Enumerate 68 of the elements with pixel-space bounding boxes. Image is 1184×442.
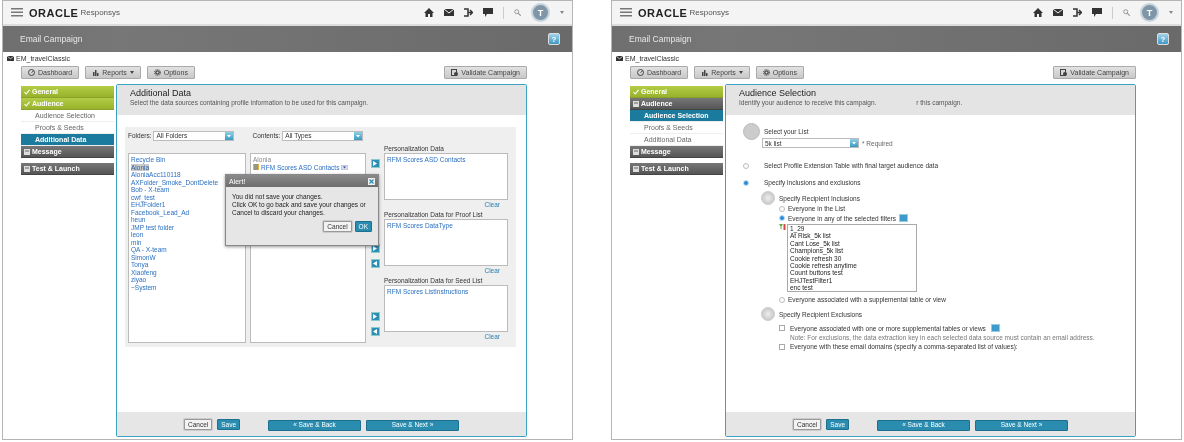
page-title: Email Campaign [629,34,692,44]
bar-chart-icon [701,69,709,76]
envelope-icon [616,56,623,61]
home-icon[interactable] [1033,8,1043,17]
logo: ORACLE [29,6,79,19]
left-arrow-icon [373,261,377,266]
group-icon [761,191,775,205]
menu-icon[interactable] [11,8,23,17]
page-title: Email Campaign [20,34,83,44]
product-name: Responsys [689,8,730,17]
chat-icon[interactable] [1092,8,1102,17]
section-icon [633,165,639,172]
caret-icon [738,71,743,74]
caret-icon[interactable] [1169,11,1173,14]
section-icon [633,148,639,155]
step-icon [743,123,760,140]
panel-title: Audience Selection [739,88,818,98]
move-right-button[interactable] [370,312,380,321]
checkbox[interactable] [779,343,785,350]
checklist-icon [451,69,459,76]
move-right-button[interactable] [370,159,380,168]
envelope-icon [7,56,14,61]
dropdown-icon [850,139,858,147]
panel-title: Additional Data [130,88,193,98]
radio-button[interactable] [779,215,785,221]
search-icon[interactable] [1123,9,1130,16]
right-arrow-icon [373,161,377,166]
radio-button[interactable] [779,205,785,212]
gauge-icon [637,69,644,76]
right-arrow-icon [373,246,377,251]
checklist-icon [1060,69,1068,76]
info-icon[interactable] [899,214,909,222]
radio-button[interactable] [743,162,749,169]
gear-icon [762,69,770,76]
menu-icon[interactable] [620,8,632,17]
logo: ORACLE [638,6,688,19]
move-left-button[interactable] [370,327,380,336]
chat-icon[interactable] [483,8,493,17]
product-name: Responsys [80,8,121,17]
group-icon [761,307,775,321]
left-arrow-icon [373,329,377,334]
radio-button[interactable] [743,179,749,186]
radio-button[interactable] [779,296,785,303]
right-arrow-icon [373,314,377,319]
section-icon [24,165,30,172]
gauge-icon [28,69,35,76]
user-avatar[interactable]: T [1140,3,1159,22]
bar-chart-icon [92,69,100,76]
user-avatar[interactable]: T [531,3,550,22]
caret-icon [129,71,134,74]
flow-icon[interactable] [464,8,473,17]
section-icon [24,148,30,155]
check-icon [633,88,639,95]
caret-icon[interactable] [560,11,564,14]
filter-icon [779,224,786,230]
search-icon[interactable] [514,9,521,16]
close-icon[interactable] [368,177,375,185]
mail-icon[interactable] [444,9,454,16]
table-icon [253,164,259,170]
gear-icon [153,69,161,76]
move-left-button[interactable] [370,259,380,268]
home-icon[interactable] [424,8,434,17]
mail-icon[interactable] [1053,9,1063,16]
section-icon [633,100,639,107]
dropdown-icon[interactable] [341,164,349,170]
checkbox[interactable] [779,325,785,331]
info-icon[interactable] [990,324,1000,332]
flow-icon[interactable] [1073,8,1082,17]
